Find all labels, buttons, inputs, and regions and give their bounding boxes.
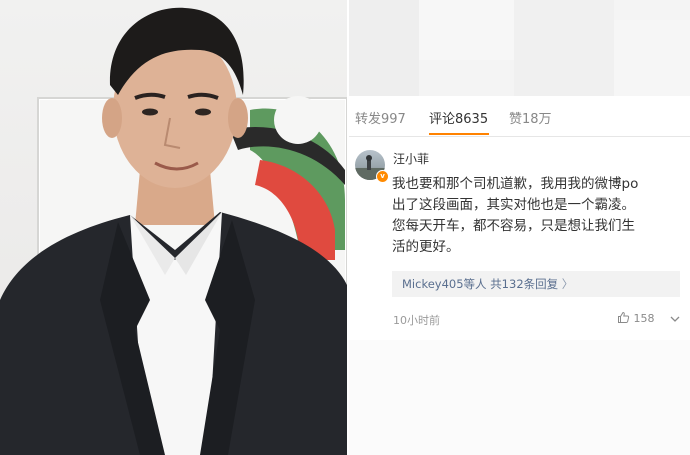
portrait-photo: [0, 0, 347, 455]
tab-likes[interactable]: 赞18万: [509, 108, 552, 127]
verified-v-icon: v: [376, 170, 389, 183]
blur-block: [514, 0, 614, 96]
tab-repost[interactable]: 转发997: [355, 108, 406, 127]
empty-area: [349, 340, 690, 455]
comment-username[interactable]: 汪小菲: [393, 150, 429, 167]
chevron-down-icon: [670, 316, 680, 322]
active-tab-indicator: [429, 133, 489, 135]
like-button[interactable]: 158: [617, 311, 655, 325]
comment-timestamp: 10小时前: [393, 314, 440, 327]
blur-block: [614, 20, 690, 96]
blur-block: [349, 0, 419, 96]
comment-text: 我也要和那个司机道歉，我用我的微博po 出了这段画面，其实对他也是一个霸凌。 您…: [392, 176, 639, 255]
blurred-header-area: [349, 0, 690, 96]
post-stats-tabs: 转发997 评论8635 赞18万: [349, 100, 690, 137]
like-count: 158: [633, 312, 655, 325]
blur-block: [419, 0, 514, 60]
replies-link[interactable]: Mickey405等人 共132条回复 〉: [392, 271, 680, 297]
more-options-button[interactable]: [669, 310, 681, 329]
chevron-right-icon: 〉: [561, 277, 574, 291]
tab-comments[interactable]: 评论8635: [429, 108, 488, 127]
portrait-illustration: [0, 7, 347, 455]
comment-item: v 汪小菲 我也要和那个司机道歉，我用我的微博po 出了这段画面，其实对他也是一…: [349, 140, 690, 340]
reply-users: Mickey405等人: [402, 277, 487, 291]
thumbs-up-icon: [618, 311, 630, 323]
reply-count: 共132条回复: [490, 277, 559, 291]
weibo-comment-panel: 转发997 评论8635 赞18万 v 汪小菲 我也要和那个司机道歉，我用我的微…: [349, 0, 690, 455]
